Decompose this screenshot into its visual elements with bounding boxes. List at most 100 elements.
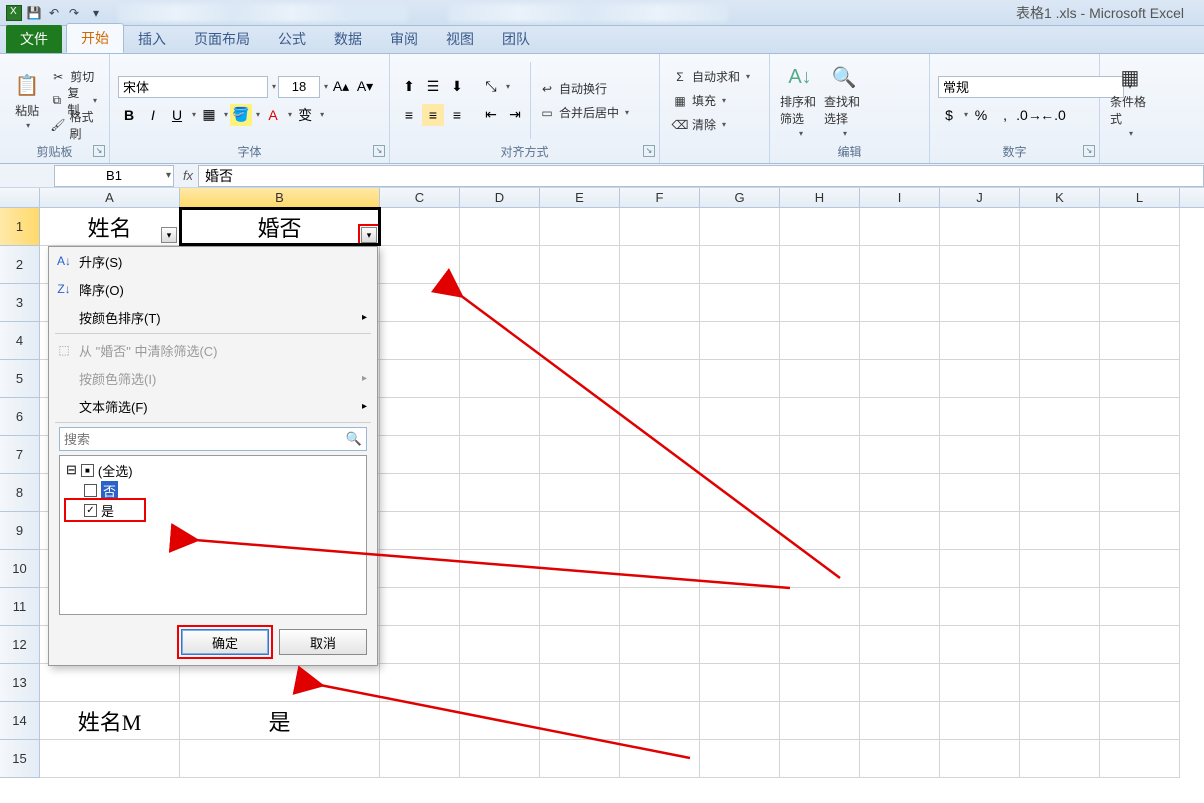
filter-search-input[interactable] xyxy=(64,432,346,447)
cell[interactable] xyxy=(940,436,1020,474)
formula-input[interactable]: 婚否 xyxy=(198,165,1204,187)
cell[interactable] xyxy=(1020,664,1100,702)
dialog-launcher-icon[interactable]: ↘ xyxy=(93,145,105,157)
cell[interactable] xyxy=(1020,284,1100,322)
cell[interactable] xyxy=(940,512,1020,550)
cell[interactable] xyxy=(40,664,180,702)
col-header-K[interactable]: K xyxy=(1020,188,1100,207)
cell[interactable] xyxy=(620,284,700,322)
cell[interactable] xyxy=(620,436,700,474)
cell[interactable] xyxy=(460,360,540,398)
cell[interactable] xyxy=(460,626,540,664)
cell[interactable] xyxy=(940,588,1020,626)
fx-icon[interactable]: fx xyxy=(178,168,198,183)
cell[interactable] xyxy=(380,474,460,512)
cell[interactable] xyxy=(460,740,540,778)
col-header-L[interactable]: L xyxy=(1100,188,1180,207)
cell[interactable] xyxy=(700,664,780,702)
tab-pagelayout[interactable]: 页面布局 xyxy=(180,25,264,53)
cell[interactable] xyxy=(620,474,700,512)
filter-search[interactable]: 🔍 xyxy=(59,427,367,451)
cell[interactable] xyxy=(780,208,860,246)
undo-icon[interactable]: ↶ xyxy=(46,5,62,21)
cell[interactable] xyxy=(540,474,620,512)
cell[interactable] xyxy=(860,474,940,512)
cell[interactable] xyxy=(860,246,940,284)
tab-insert[interactable]: 插入 xyxy=(124,25,180,53)
text-filter-item[interactable]: 文本筛选(F)▸ xyxy=(49,392,377,420)
cell[interactable] xyxy=(700,550,780,588)
row-header[interactable]: 12 xyxy=(0,626,40,664)
col-header-J[interactable]: J xyxy=(940,188,1020,207)
cell[interactable] xyxy=(460,474,540,512)
cell[interactable] xyxy=(460,702,540,740)
cell[interactable] xyxy=(860,550,940,588)
cell[interactable] xyxy=(700,474,780,512)
cell[interactable] xyxy=(1100,398,1180,436)
cell[interactable] xyxy=(1020,474,1100,512)
cell[interactable] xyxy=(1100,740,1180,778)
cell[interactable] xyxy=(780,322,860,360)
cell[interactable] xyxy=(700,588,780,626)
cell[interactable] xyxy=(1020,208,1100,246)
cell[interactable] xyxy=(1020,360,1100,398)
cell[interactable] xyxy=(620,208,700,246)
cell[interactable] xyxy=(780,626,860,664)
cell[interactable]: 姓名▾ xyxy=(40,208,180,246)
cell[interactable] xyxy=(1100,284,1180,322)
cell[interactable] xyxy=(940,398,1020,436)
cancel-button[interactable]: 取消 xyxy=(279,629,367,655)
cell[interactable] xyxy=(620,702,700,740)
ok-button[interactable]: 确定 xyxy=(181,629,269,655)
cell[interactable] xyxy=(540,626,620,664)
align-center-icon[interactable]: ≡ xyxy=(422,104,444,126)
name-box[interactable]: B1 ▾ xyxy=(54,165,174,187)
cell[interactable] xyxy=(620,588,700,626)
cell[interactable] xyxy=(40,740,180,778)
cell[interactable] xyxy=(620,740,700,778)
col-header-B[interactable]: B xyxy=(180,188,380,207)
cell[interactable] xyxy=(380,588,460,626)
cell[interactable] xyxy=(940,702,1020,740)
cell[interactable] xyxy=(1020,398,1100,436)
cell[interactable] xyxy=(700,512,780,550)
cell[interactable] xyxy=(540,360,620,398)
cell[interactable] xyxy=(1100,246,1180,284)
number-format-select[interactable] xyxy=(938,76,1124,98)
align-left-icon[interactable]: ≡ xyxy=(398,104,420,126)
cell[interactable] xyxy=(540,322,620,360)
cell[interactable] xyxy=(460,550,540,588)
cell[interactable] xyxy=(460,322,540,360)
cell[interactable] xyxy=(860,740,940,778)
cell[interactable] xyxy=(460,284,540,322)
checkbox-icon[interactable] xyxy=(84,484,97,497)
cell[interactable] xyxy=(380,208,460,246)
cell[interactable] xyxy=(940,284,1020,322)
cell[interactable] xyxy=(620,246,700,284)
cell[interactable] xyxy=(1020,740,1100,778)
row-header[interactable]: 9 xyxy=(0,512,40,550)
cell[interactable] xyxy=(540,740,620,778)
cell[interactable] xyxy=(860,398,940,436)
cell[interactable]: 是 xyxy=(180,702,380,740)
indent-dec-icon[interactable]: ⇤ xyxy=(480,104,502,126)
merge-button[interactable]: ▭合并后居中▾ xyxy=(535,102,633,124)
cell[interactable] xyxy=(1100,626,1180,664)
phonetic-button[interactable]: 变 xyxy=(294,104,316,126)
cell[interactable] xyxy=(180,664,380,702)
row-header[interactable]: 10 xyxy=(0,550,40,588)
cell[interactable] xyxy=(1100,664,1180,702)
cell[interactable] xyxy=(1100,702,1180,740)
cell[interactable] xyxy=(1020,626,1100,664)
cell[interactable] xyxy=(780,664,860,702)
chevron-down-icon[interactable]: ▾ xyxy=(166,170,171,181)
cell[interactable] xyxy=(620,398,700,436)
cell[interactable] xyxy=(780,284,860,322)
cell[interactable] xyxy=(860,588,940,626)
cell[interactable] xyxy=(860,702,940,740)
cell[interactable] xyxy=(780,246,860,284)
cell[interactable] xyxy=(380,436,460,474)
cell[interactable] xyxy=(1100,360,1180,398)
cell[interactable] xyxy=(1020,702,1100,740)
cell[interactable] xyxy=(1100,512,1180,550)
